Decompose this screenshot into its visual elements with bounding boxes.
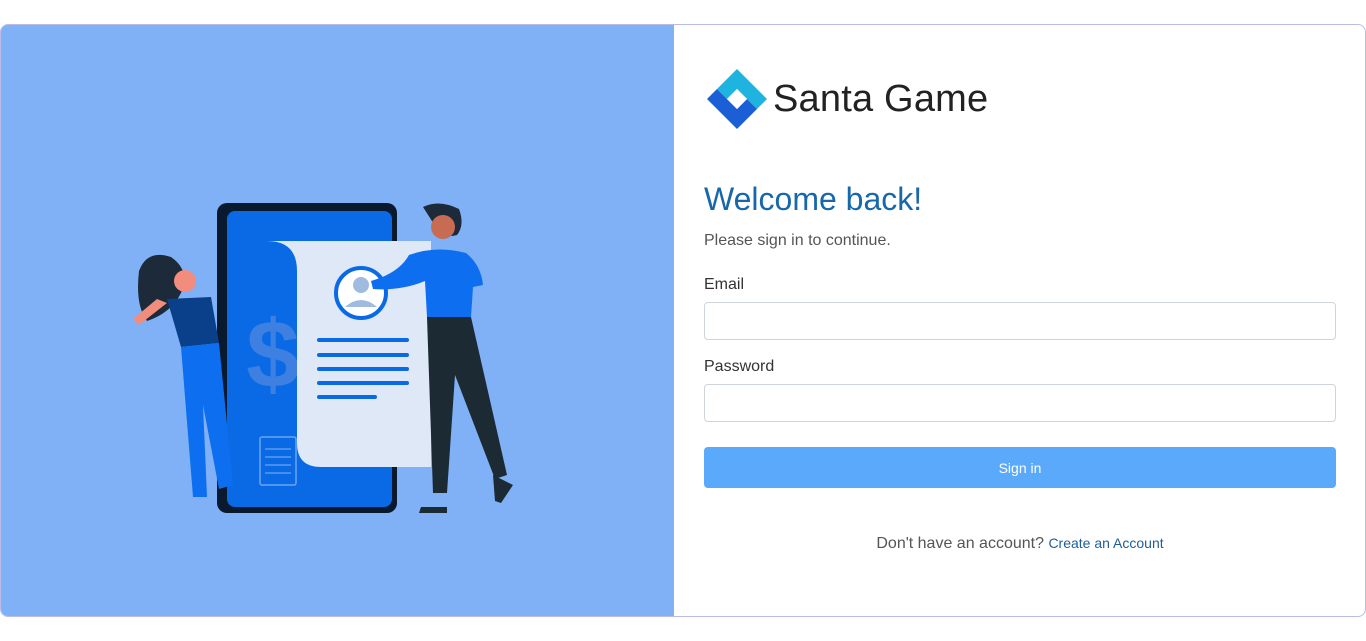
password-input[interactable] [704, 384, 1336, 422]
sign-in-button[interactable]: Sign in [704, 447, 1336, 488]
login-form-panel: Santa Game Welcome back! Please sign in … [674, 25, 1365, 616]
create-account-link[interactable]: Create an Account [1048, 535, 1163, 551]
email-label: Email [704, 276, 745, 293]
welcome-heading: Welcome back! [704, 181, 923, 217]
dollar-icon: $ [246, 301, 299, 408]
illustration-panel: $ [1, 25, 674, 616]
diamond-logo-icon [707, 69, 767, 129]
email-input[interactable] [704, 302, 1336, 340]
login-card: $ Santa Game Welcome back! Please sign i… [0, 24, 1366, 617]
password-label: Password [704, 358, 775, 375]
brand-name: Santa Game [773, 77, 989, 120]
mobile-payment-illustration-icon: $ [133, 203, 513, 513]
signup-prompt-text: Don't have an account? [876, 535, 1044, 552]
brand-header: Santa Game [705, 67, 988, 131]
welcome-subtitle: Please sign in to continue. [704, 232, 891, 249]
signup-prompt: Don't have an account? Create an Account [674, 535, 1365, 553]
